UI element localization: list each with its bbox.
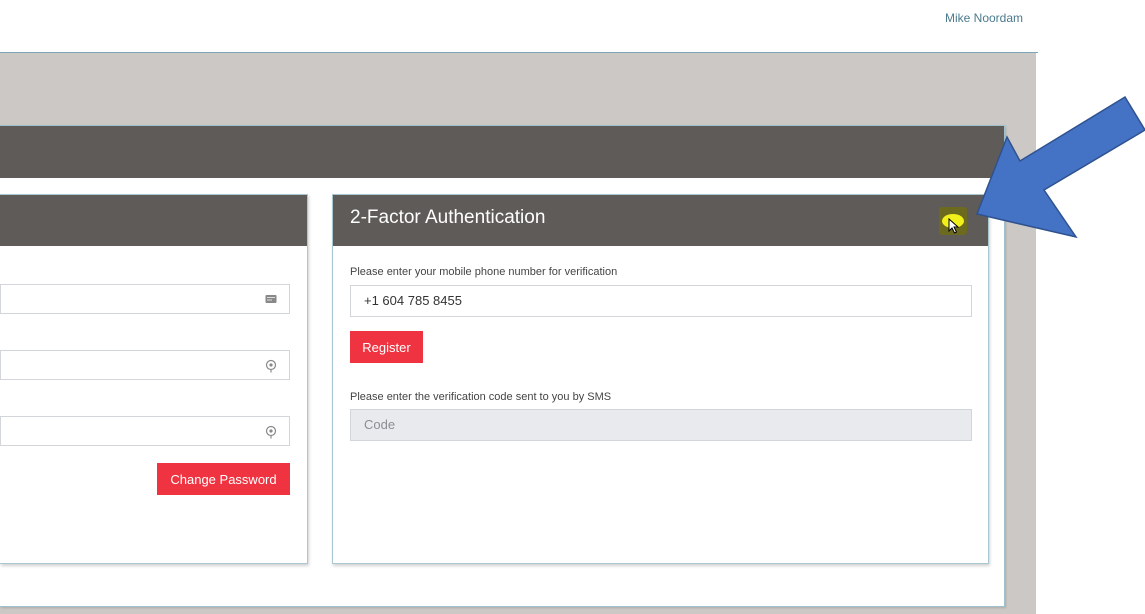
password-card: Change Password [0,194,308,564]
phone-label: Please enter your mobile phone number fo… [350,266,618,278]
password-card-header [0,195,307,246]
code-input[interactable]: Code [350,409,972,441]
main-panel: Change Password 2-Factor Authentication … [0,125,1005,607]
eye-icon[interactable] [265,425,277,439]
phone-input[interactable]: +1 604 785 8455 [350,285,972,317]
mouse-cursor-icon [948,218,960,234]
two-factor-card: 2-Factor Authentication Please enter you… [332,194,989,564]
password-field-1[interactable] [0,284,290,314]
password-field-2[interactable] [0,350,290,380]
code-label: Please enter the verification code sent … [350,391,612,403]
card-icon [265,295,277,303]
eye-icon[interactable] [265,359,277,373]
password-field-3[interactable] [0,416,290,446]
two-factor-toggle-button[interactable] [939,207,967,235]
change-password-button[interactable]: Change Password [157,463,290,495]
user-name-link[interactable]: Mike Noordam [945,11,1023,25]
main-panel-header [0,126,1004,178]
two-factor-title: 2-Factor Authentication [350,207,546,228]
register-button[interactable]: Register [350,331,423,363]
two-factor-card-header: 2-Factor Authentication [333,195,988,246]
